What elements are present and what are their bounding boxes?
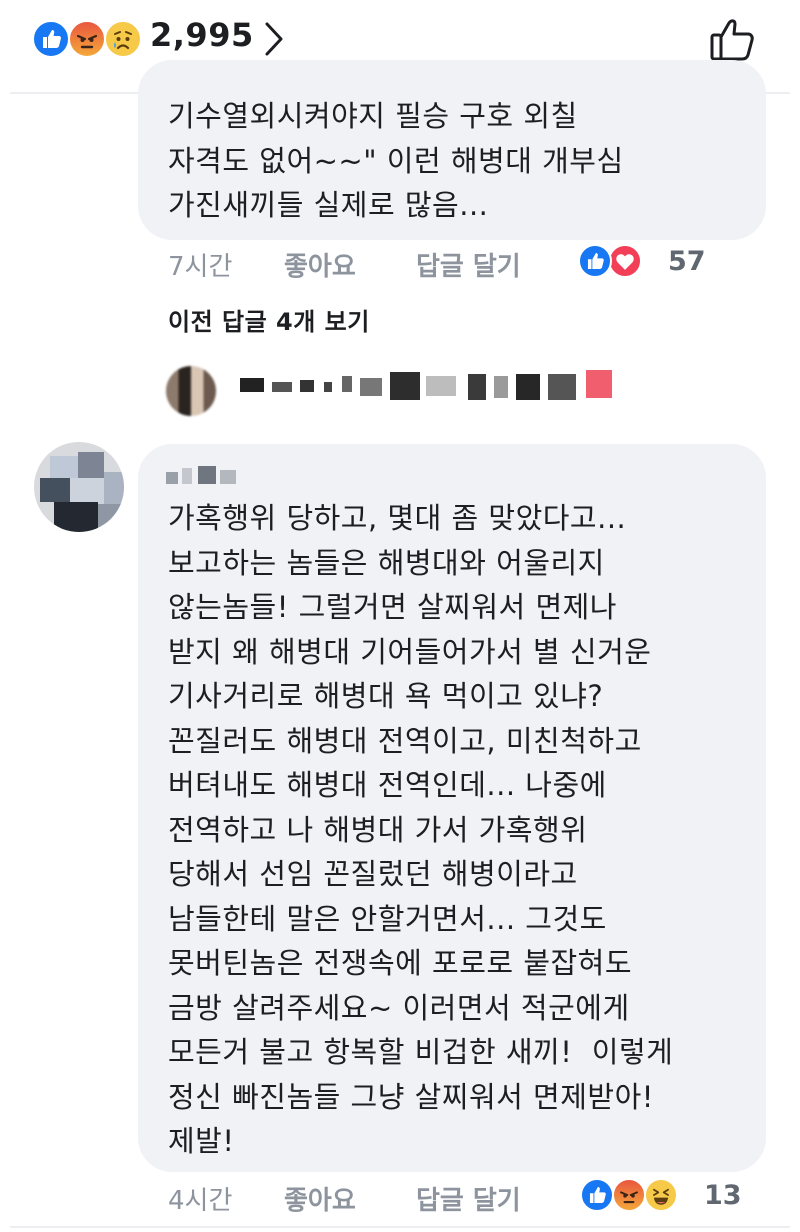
redacted-text <box>166 472 178 484</box>
redacted-text <box>586 370 612 398</box>
view-previous-replies-link[interactable]: 이전 답글 4개 보기 <box>168 302 370 337</box>
redacted-text <box>272 382 292 392</box>
redacted-reply-preview[interactable] <box>160 362 650 422</box>
comment-text-line: 꼰질러도 해병대 전역이고, 미친척하고 <box>168 724 642 758</box>
comment-reaction-count: 57 <box>668 246 706 277</box>
comment-text-line: 당해서 선임 꼰질렀던 해병이라고 <box>168 857 578 891</box>
comment-reply-link[interactable]: 답글 달기 <box>416 246 521 283</box>
comment-reactions[interactable]: 13 <box>580 1178 750 1218</box>
comment-text-line: 자격도 없어~~" 이런 해병대 개부심 <box>168 144 624 178</box>
avatar <box>166 366 216 416</box>
comment-like-link[interactable]: 좋아요 <box>284 1180 356 1217</box>
comment-reactions[interactable]: 57 <box>578 244 718 284</box>
comment-text-line: 보고하는 놈들은 해병대와 어울리지 <box>168 546 605 580</box>
redacted-text <box>516 374 540 400</box>
avatar-pixel <box>54 502 98 532</box>
angry-icon <box>68 20 106 58</box>
avatar-pixel <box>70 478 104 504</box>
angry-icon <box>612 1178 646 1212</box>
comment-text-line: 받지 왜 해병대 기어들어가서 별 신거운 <box>168 635 652 669</box>
comment-text-line: 정신 빠진놈들 그냥 살찌워서 면제받아! <box>168 1080 654 1114</box>
comment-text-line: 가혹행위 당하고, 몇대 좀 맞았다고... <box>168 501 627 535</box>
comment-text-line: 남들한테 말은 안할거면서... 그것도 <box>168 902 607 936</box>
comment-text-line: 모든거 불고 항복할 비겁한 새끼! 이렇게 <box>168 1035 674 1069</box>
chevron-right-icon[interactable] <box>262 20 286 62</box>
avatar-pixel <box>98 504 124 532</box>
redacted-text <box>198 466 216 484</box>
comment-text-line: 않는놈들! 그럴거면 살찌워서 면제나 <box>168 590 617 624</box>
comment-like-link[interactable]: 좋아요 <box>284 246 356 283</box>
comment-text-line: 못버틴놈은 전쟁속에 포로로 붙잡혀도 <box>168 946 633 980</box>
comment-text-line: 금방 살려주세요~ 이러면서 적군에게 <box>168 991 630 1025</box>
like-icon <box>578 244 612 278</box>
avatar-pixel <box>104 472 124 506</box>
avatar-pixel <box>40 478 70 502</box>
comment-text-line: 버텨내도 해병대 전역인데... 나중에 <box>168 768 607 802</box>
reply-link-label: 답글 달기 <box>416 1186 521 1216</box>
redacted-text <box>324 382 332 392</box>
love-icon <box>608 244 642 278</box>
comment-timestamp: 4시간 <box>168 1186 233 1216</box>
like-icon <box>32 20 70 58</box>
reaction-total-count[interactable]: 2,995 <box>150 16 254 54</box>
comment-text-line: 기사거리로 해병대 욕 먹이고 있냐? <box>168 679 604 713</box>
redacted-text <box>240 378 264 392</box>
haha-icon <box>644 1178 678 1212</box>
reply-link-label: 답글 달기 <box>416 252 521 282</box>
redacted-text <box>426 376 456 396</box>
redacted-author-name[interactable] <box>166 462 256 490</box>
redacted-text <box>548 374 576 400</box>
redacted-text <box>360 378 382 396</box>
comment-timestamp: 7시간 <box>168 252 233 282</box>
like-link-label: 좋아요 <box>284 1186 356 1216</box>
comment-text-line: 제발! <box>168 1124 235 1158</box>
comment-reply-link[interactable]: 답글 달기 <box>416 1180 521 1217</box>
comment-reaction-count: 13 <box>704 1180 742 1211</box>
comment-text-line: 가진새끼들 실제로 많음... <box>168 188 489 222</box>
redacted-text <box>342 376 352 392</box>
redacted-text <box>468 374 486 400</box>
comment-text-line: 기수열외시켜야지 필승 구호 외칠 <box>168 99 578 133</box>
avatar-pixel <box>50 456 78 478</box>
sad-icon <box>104 20 142 58</box>
redacted-text <box>494 376 508 398</box>
redacted-text <box>390 372 420 400</box>
redacted-text <box>300 380 314 392</box>
redacted-text <box>220 470 236 484</box>
like-link-label: 좋아요 <box>284 252 356 282</box>
divider <box>10 1226 790 1228</box>
comment-text-line: 전역하고 나 해병대 가서 가혹행위 <box>168 813 588 847</box>
avatar-pixel <box>78 452 104 478</box>
avatar[interactable] <box>34 442 124 532</box>
redacted-text <box>182 468 192 484</box>
like-icon <box>580 1178 614 1212</box>
